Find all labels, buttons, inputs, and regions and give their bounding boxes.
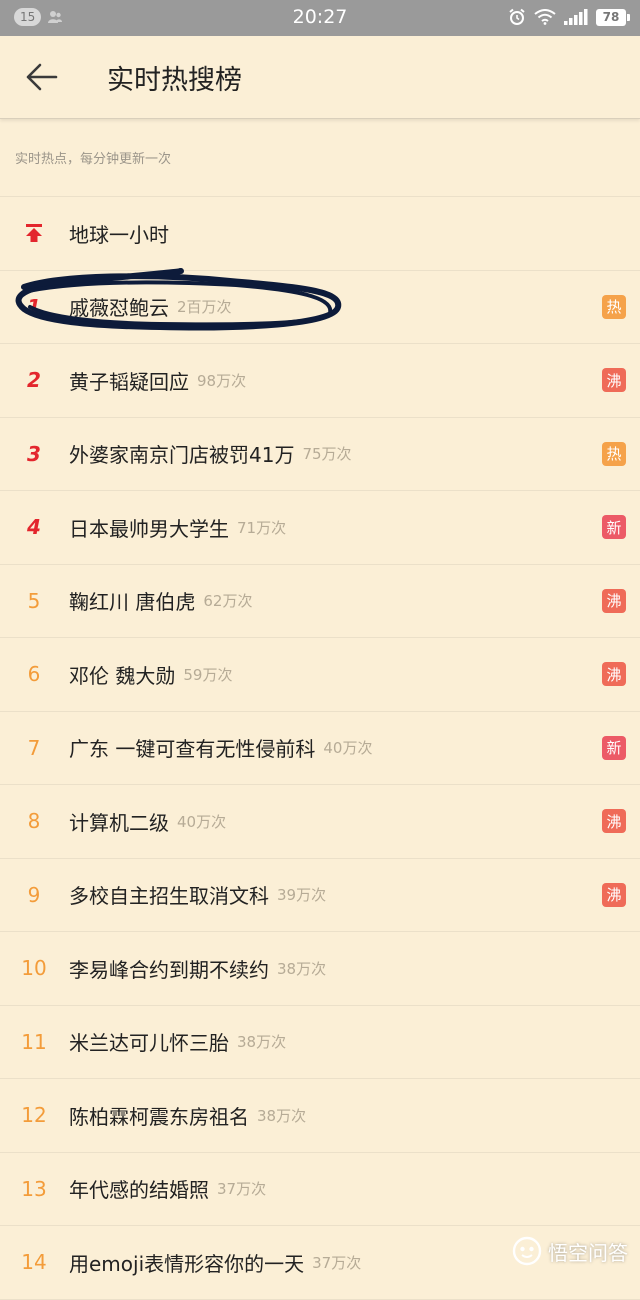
list-item[interactable]: 6 邓伦 魏大勋 59万次 沸 <box>0 638 640 712</box>
boil-tag: 沸 <box>602 588 626 613</box>
boil-tag: 沸 <box>602 809 626 834</box>
list-item[interactable]: 7 广东 一键可查有无性侵前科 40万次 新 <box>0 712 640 785</box>
list-item[interactable]: 8 计算机二级 40万次 沸 <box>0 785 640 859</box>
search-count: 37万次 <box>217 1180 267 1199</box>
alarm-icon <box>509 8 525 25</box>
rank-number: 10 <box>21 956 47 981</box>
page-title: 实时热搜榜 <box>107 65 242 96</box>
arrow-left-icon[interactable] <box>22 60 62 94</box>
search-count: 62万次 <box>203 592 253 611</box>
search-count: 39万次 <box>277 886 327 905</box>
keyword: 鞠红川 唐伯虎 <box>69 590 196 615</box>
search-count: 38万次 <box>257 1106 307 1125</box>
hot-search-list: 地球一小时 1 戚薇怼鲍云 2百万次 热 2 黄子韬疑回应 98万次 沸 3 外… <box>0 197 640 1300</box>
app-header: 实时热搜榜 <box>0 36 640 119</box>
wifi-icon <box>534 9 556 25</box>
rank-number: 3 <box>27 441 41 466</box>
search-count: 38万次 <box>237 1033 287 1052</box>
list-item[interactable]: 1 戚薇怼鲍云 2百万次 热 <box>0 271 640 344</box>
signal-icon <box>564 9 588 25</box>
status-bar: 15 20:27 78 <box>0 0 640 36</box>
search-count: 71万次 <box>237 518 287 537</box>
rank-number: 13 <box>21 1176 47 1201</box>
rank-number: 6 <box>27 662 41 687</box>
keyword: 戚薇怼鲍云 <box>69 296 169 321</box>
search-count: 40万次 <box>323 739 373 758</box>
search-count: 37万次 <box>312 1253 362 1272</box>
rank-badge <box>14 197 54 270</box>
watermark: 悟空问答 <box>512 1236 628 1266</box>
search-count: 38万次 <box>277 959 327 978</box>
boil-tag: 沸 <box>602 368 626 393</box>
rank-number: 8 <box>27 809 41 834</box>
wukong-logo-icon <box>512 1236 542 1266</box>
rank-number: 12 <box>21 1103 47 1128</box>
keyword: 米兰达可儿怀三胎 <box>69 1031 229 1056</box>
keyword: 黄子韬疑回应 <box>69 369 189 394</box>
keyword: 陈柏霖柯震东房祖名 <box>69 1104 249 1129</box>
list-item[interactable]: 5 鞠红川 唐伯虎 62万次 沸 <box>0 565 640 638</box>
list-item[interactable]: 13 年代感的结婚照 37万次 <box>0 1153 640 1226</box>
new-tag: 新 <box>602 735 626 760</box>
list-item[interactable]: 3 外婆家南京门店被罚41万 75万次 热 <box>0 418 640 491</box>
hot-tag: 热 <box>602 441 626 466</box>
search-count: 59万次 <box>183 665 233 684</box>
keyword: 广东 一键可查有无性侵前科 <box>69 737 316 762</box>
search-count: 2百万次 <box>177 298 232 317</box>
keyword: 邓伦 魏大勋 <box>69 663 176 688</box>
rank-number: 1 <box>27 294 41 319</box>
keyword: 李易峰合约到期不续约 <box>69 957 269 982</box>
new-tag: 新 <box>602 515 626 540</box>
list-item[interactable]: 12 陈柏霖柯震东房祖名 38万次 <box>0 1079 640 1153</box>
search-count: 75万次 <box>302 445 352 464</box>
boil-tag: 沸 <box>602 662 626 687</box>
keyword: 用emoji表情形容你的一天 <box>69 1251 305 1276</box>
list-item[interactable]: 9 多校自主招生取消文科 39万次 沸 <box>0 859 640 932</box>
keyword: 多校自主招生取消文科 <box>69 884 269 909</box>
search-count: 98万次 <box>197 371 247 390</box>
battery-icon: 78 <box>596 8 630 26</box>
pin-top-icon <box>26 224 42 243</box>
list-item[interactable]: 10 李易峰合约到期不续约 38万次 <box>0 932 640 1006</box>
keyword: 计算机二级 <box>69 810 169 835</box>
subtitle: 实时热点，每分钟更新一次 <box>15 152 172 167</box>
watermark-text: 悟空问答 <box>548 1240 628 1265</box>
rank-number: 7 <box>27 735 41 760</box>
boil-tag: 沸 <box>602 882 626 907</box>
rank-number: 2 <box>27 368 41 393</box>
rank-number: 4 <box>27 515 41 540</box>
rank-number: 9 <box>27 882 41 907</box>
list-item[interactable]: 11 米兰达可儿怀三胎 38万次 <box>0 1006 640 1079</box>
keyword: 地球一小时 <box>69 222 169 247</box>
keyword: 日本最帅男大学生 <box>69 516 229 541</box>
list-item[interactable]: 2 黄子韬疑回应 98万次 沸 <box>0 344 640 418</box>
hot-tag: 热 <box>602 294 626 319</box>
rank-number: 11 <box>21 1029 47 1054</box>
rank-number: 14 <box>21 1250 47 1275</box>
rank-number: 5 <box>27 588 41 613</box>
list-item[interactable]: 4 日本最帅男大学生 71万次 新 <box>0 491 640 565</box>
keyword: 年代感的结婚照 <box>69 1178 209 1203</box>
search-count: 40万次 <box>177 812 227 831</box>
keyword: 外婆家南京门店被罚41万 <box>69 443 295 468</box>
list-item-pinned[interactable]: 地球一小时 <box>0 197 640 271</box>
